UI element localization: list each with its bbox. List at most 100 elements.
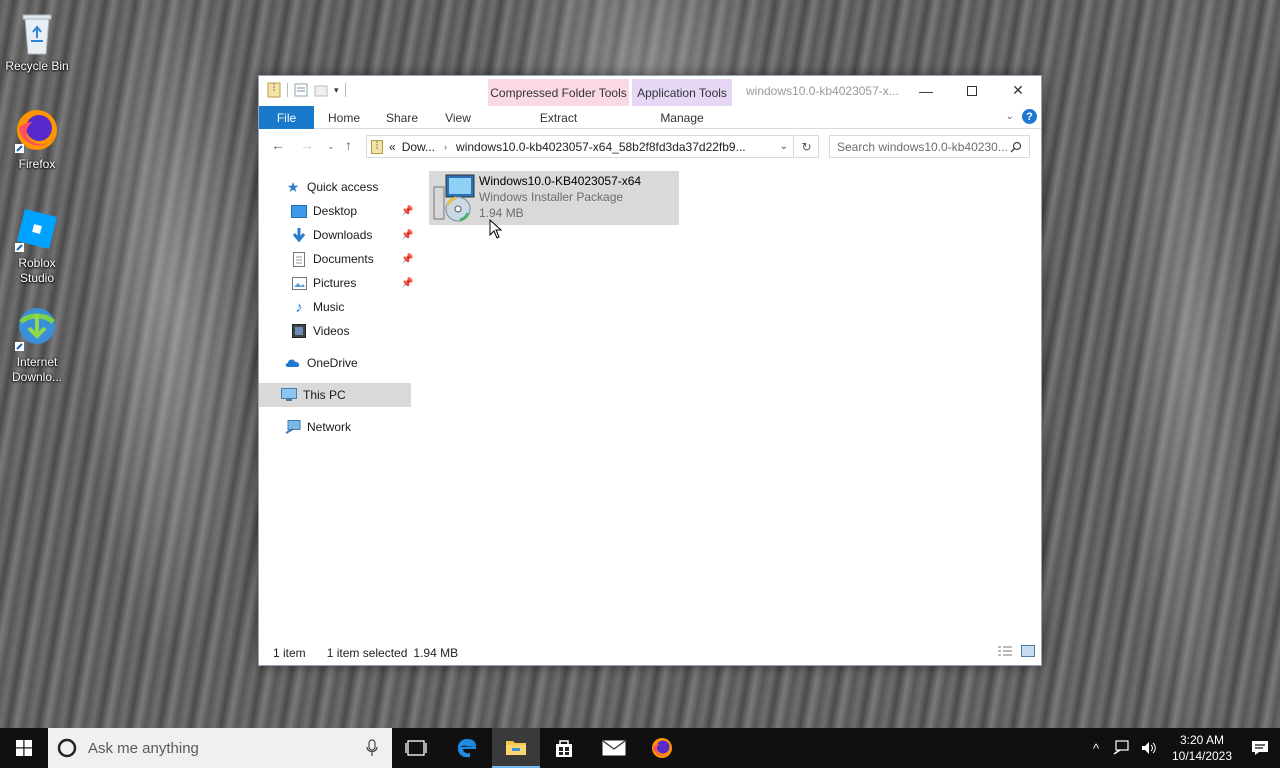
- context-tab-application-tools[interactable]: Application Tools: [632, 79, 732, 106]
- status-selected: 1 item selected: [326, 646, 408, 660]
- show-hidden-icons-icon[interactable]: ^: [1084, 741, 1108, 756]
- file-list: Windows10.0-KB4023057-x64 Windows Instal…: [419, 171, 1039, 641]
- file-type: Windows Installer Package: [479, 190, 624, 204]
- task-view-button[interactable]: [392, 728, 440, 768]
- breadcrumb-current-folder[interactable]: windows10.0-kb4023057-x64_58b2f8fd3da37d…: [456, 140, 746, 154]
- music-note-icon: ♪: [295, 298, 303, 316]
- breadcrumb-separator-icon: ›: [444, 141, 448, 152]
- network-icon: [285, 419, 301, 435]
- status-size: 1.94 MB: [413, 646, 459, 660]
- file-explorer-icon: [506, 741, 526, 755]
- taskbar-search-box[interactable]: Ask me anything: [48, 728, 392, 768]
- pictures-icon: [291, 275, 307, 291]
- status-bar: 1 item 1 item selected 1.94 MB: [259, 641, 1041, 665]
- desktop-icon-internet-download-manager[interactable]: Internet Downlo...: [2, 304, 72, 385]
- taskbar-store[interactable]: [540, 728, 588, 768]
- edge-icon: [457, 739, 476, 758]
- start-button[interactable]: [0, 728, 48, 768]
- store-bag-icon: [556, 740, 572, 757]
- help-icon[interactable]: ?: [1022, 109, 1037, 124]
- refresh-button[interactable]: ↻: [795, 135, 819, 158]
- pin-icon: 📌: [401, 229, 414, 241]
- desktop-folder-icon: [291, 203, 307, 219]
- navigation-pane: ★ Quick access Desktop 📌 Downloads 📌 Doc…: [259, 171, 414, 641]
- address-bar[interactable]: « Dow... › windows10.0-kb4023057-x64_58b…: [366, 135, 794, 158]
- forward-arrow-icon[interactable]: →: [300, 137, 314, 153]
- nav-item-downloads[interactable]: Downloads 📌: [291, 223, 414, 247]
- view-buttons: [997, 645, 1035, 658]
- internet-download-manager-icon: [15, 308, 55, 351]
- expand-ribbon-icon[interactable]: ⌄: [1006, 111, 1014, 122]
- minimize-icon: —: [919, 82, 933, 99]
- desktop-icon-label: Roblox Studio: [18, 256, 56, 285]
- firefox-icon: [15, 110, 57, 153]
- firefox-icon: [652, 738, 672, 758]
- new-folder-icon[interactable]: [314, 83, 328, 97]
- taskbar-firefox[interactable]: [638, 728, 686, 768]
- zip-folder-icon: [371, 139, 383, 154]
- mail-icon: [602, 740, 626, 756]
- breadcrumb-overflow[interactable]: «: [389, 140, 396, 154]
- tab-view[interactable]: View: [433, 106, 483, 129]
- windows-logo-icon: [16, 740, 32, 756]
- context-tab-compressed-folder-tools[interactable]: Compressed Folder Tools: [488, 79, 629, 106]
- nav-item-desktop[interactable]: Desktop 📌: [291, 199, 413, 223]
- pin-icon: 📌: [401, 277, 414, 289]
- cortana-circle-icon: [57, 738, 77, 758]
- file-name: Windows10.0-KB4023057-x64: [479, 174, 642, 188]
- clock[interactable]: 3:20 AM 10/14/2023: [1164, 732, 1240, 764]
- nav-item-pictures[interactable]: Pictures 📌: [291, 271, 414, 295]
- maximize-button[interactable]: [949, 76, 995, 105]
- tab-file[interactable]: File: [259, 106, 314, 129]
- tab-extract[interactable]: Extract: [488, 106, 629, 129]
- navigation-bar: ← → ⌄ ↑ « Dow... › windows10.0-kb4023057…: [259, 133, 1041, 160]
- nav-item-music[interactable]: ♪ Music: [291, 295, 344, 319]
- breadcrumb-downloads[interactable]: Dow...: [402, 140, 435, 154]
- nav-item-network[interactable]: Network: [285, 415, 351, 439]
- desktop-icon-firefox[interactable]: Firefox: [2, 106, 72, 172]
- zip-folder-icon: [267, 82, 281, 98]
- file-item[interactable]: Windows10.0-KB4023057-x64 Windows Instal…: [429, 171, 679, 225]
- volume-icon[interactable]: [1140, 740, 1158, 756]
- ribbon-tabs: File Home Share View Extract Manage ⌄ ?: [259, 106, 1041, 129]
- customize-qat-icon[interactable]: ▾: [334, 85, 339, 96]
- desktop-icon-label: Internet Downlo...: [11, 355, 63, 384]
- taskbar-edge[interactable]: [443, 728, 491, 768]
- minimize-button[interactable]: —: [903, 76, 949, 105]
- taskbar: Ask me anything ^ 3:20 AM 10/14/2023: [0, 728, 1280, 768]
- microphone-icon[interactable]: [366, 739, 378, 757]
- close-button[interactable]: ✕: [995, 76, 1041, 105]
- nav-item-quick-access[interactable]: ★ Quick access: [285, 175, 379, 199]
- desktop-icon-label: Recycle Bin: [5, 59, 69, 73]
- details-view-icon[interactable]: [997, 645, 1013, 658]
- recent-locations-icon[interactable]: ⌄: [327, 141, 335, 152]
- nav-item-onedrive[interactable]: OneDrive: [285, 351, 358, 375]
- taskbar-mail[interactable]: [590, 728, 638, 768]
- tab-home[interactable]: Home: [319, 106, 369, 129]
- back-arrow-icon[interactable]: ←: [271, 137, 285, 153]
- action-center-button[interactable]: [1240, 728, 1280, 768]
- up-arrow-icon[interactable]: ↑: [345, 137, 352, 153]
- address-dropdown-icon[interactable]: ⌄: [780, 141, 788, 152]
- network-icon[interactable]: [1112, 740, 1130, 756]
- taskbar-file-explorer[interactable]: [492, 728, 540, 768]
- nav-item-this-pc[interactable]: This PC: [259, 383, 411, 407]
- cloud-icon: [285, 355, 301, 371]
- computer-icon: [281, 387, 297, 403]
- installer-package-icon: [429, 171, 479, 225]
- nav-item-documents[interactable]: Documents 📌: [291, 247, 413, 271]
- properties-icon[interactable]: [294, 83, 308, 97]
- large-icons-view-icon[interactable]: [1021, 645, 1035, 657]
- maximize-icon: [967, 85, 977, 96]
- tab-share[interactable]: Share: [377, 106, 427, 129]
- documents-icon: [291, 251, 307, 267]
- notification-icon: [1252, 741, 1268, 755]
- file-size: 1.94 MB: [479, 206, 524, 220]
- clock-time: 3:20 AM: [1179, 733, 1225, 747]
- title-bar[interactable]: ▾ Compressed Folder Tools Application To…: [259, 76, 1041, 106]
- tab-manage[interactable]: Manage: [632, 106, 732, 129]
- nav-item-videos[interactable]: Videos: [291, 319, 349, 343]
- desktop-icon-roblox-studio[interactable]: Roblox Studio: [2, 205, 72, 286]
- search-input[interactable]: Search windows10.0-kb40230...: [829, 135, 1030, 158]
- desktop-icon-recycle-bin[interactable]: Recycle Bin: [2, 8, 72, 74]
